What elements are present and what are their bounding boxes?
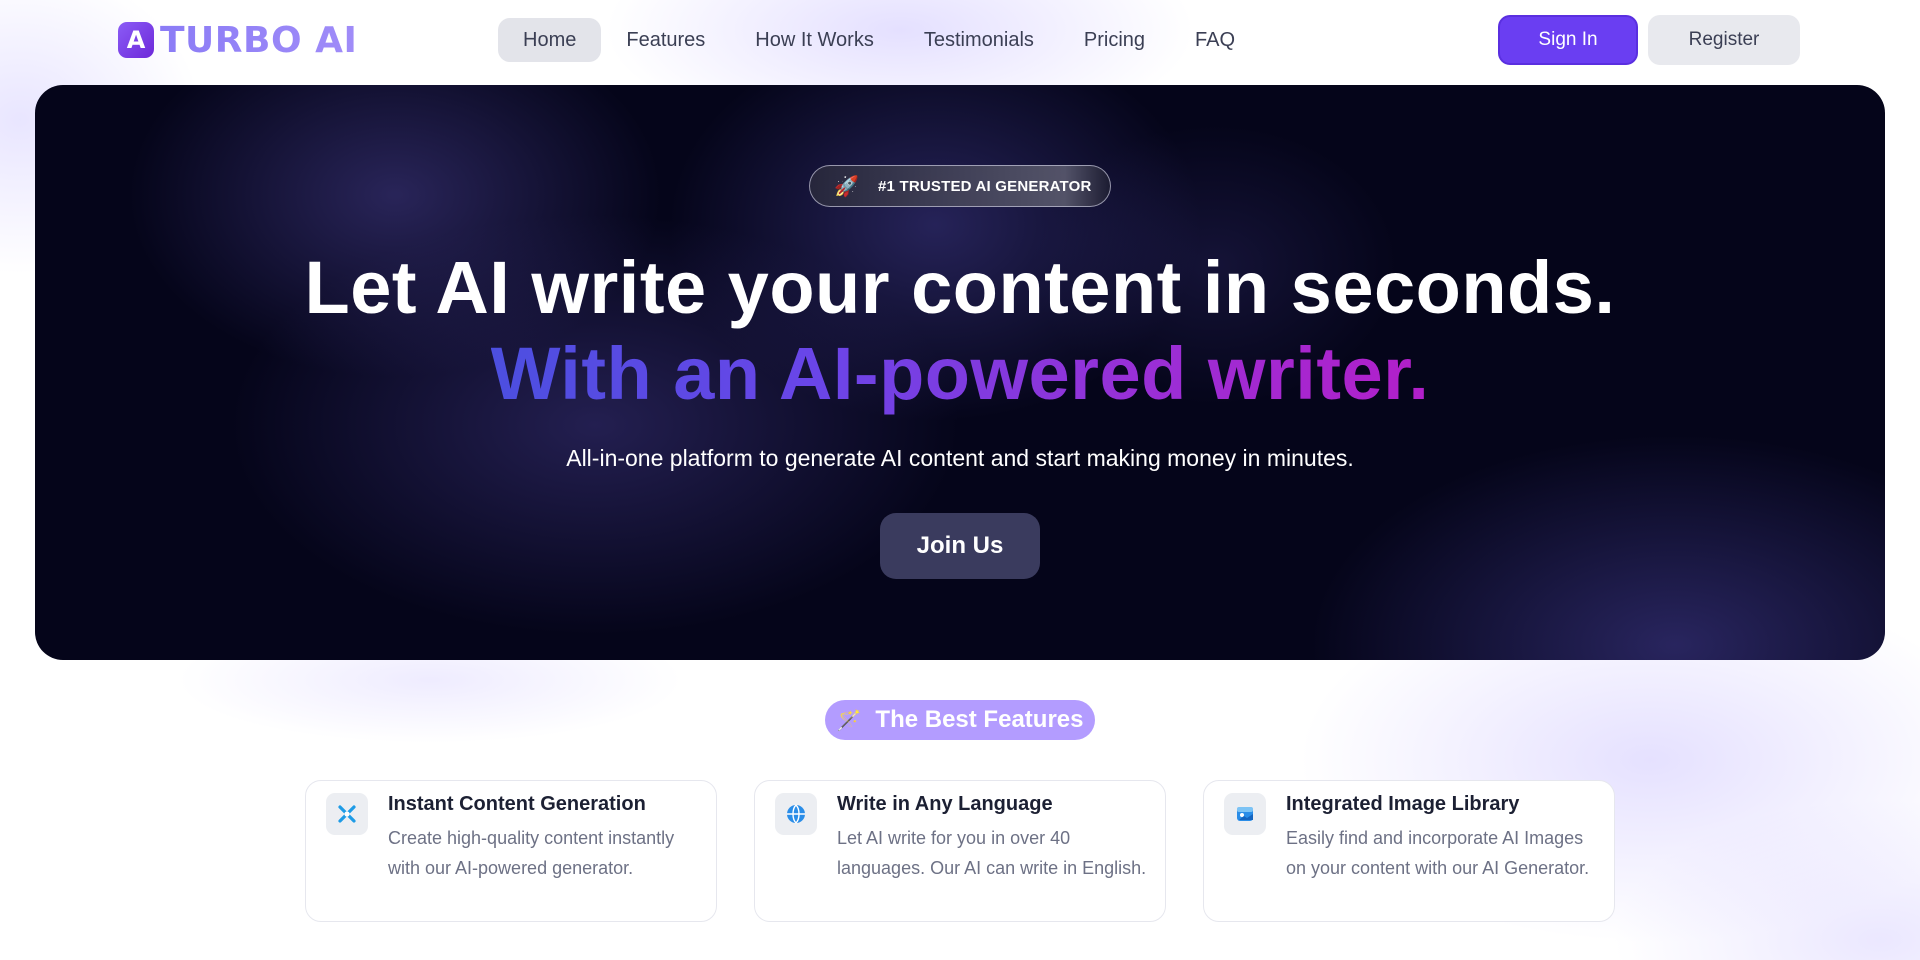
rocket-icon: 🚀 xyxy=(834,175,859,198)
globe-icon xyxy=(775,793,817,835)
magic-wand-icon: 🪄 xyxy=(836,709,862,732)
sparkle-icon xyxy=(326,793,368,835)
nav-link-home[interactable]: Home xyxy=(498,18,602,62)
sign-in-button[interactable]: Sign In xyxy=(1498,15,1638,65)
feature-card-title: Write in Any Language xyxy=(837,793,1053,815)
hero-section: 🚀 #1 TRUSTED AI GENERATOR Let AI write y… xyxy=(35,85,1885,660)
feature-card-instant-content[interactable]: Instant Content Generation Create high-q… xyxy=(305,780,717,922)
hero-headline-accent: With an AI-powered writer. xyxy=(35,331,1885,416)
feature-card-description: Easily find and incorporate AI Images on… xyxy=(1286,828,1590,878)
nav-links: Home Features How It Works Testimonials … xyxy=(498,18,1260,62)
nav-link-features[interactable]: Features xyxy=(601,18,730,62)
logo-mark-icon: A xyxy=(118,22,154,58)
feature-card-description: Create high-quality content instantly wi… xyxy=(388,828,675,878)
register-button[interactable]: Register xyxy=(1648,15,1800,65)
feature-card-any-language[interactable]: Write in Any Language Let AI write for y… xyxy=(754,780,1166,922)
badge-text: #1 TRUSTED AI GENERATOR xyxy=(878,177,1092,195)
trusted-badge: 🚀 #1 TRUSTED AI GENERATOR xyxy=(809,165,1111,207)
feature-card-image-library[interactable]: Integrated Image Library Easily find and… xyxy=(1203,780,1615,922)
logo[interactable]: A TURBO AI xyxy=(118,19,358,61)
hero-subtitle: All-in-one platform to generate AI conte… xyxy=(566,445,1354,471)
features-pill: 🪄 The Best Features xyxy=(825,700,1095,740)
hero-headline-accent-text: With an AI-powered writer. xyxy=(490,332,1430,415)
features-pill-label: The Best Features xyxy=(875,706,1084,733)
image-library-icon xyxy=(1224,793,1266,835)
top-navigation: A TURBO AI Home Features How It Works Te… xyxy=(0,0,1920,80)
feature-card-description: Let AI write for you in over 40 language… xyxy=(837,828,1147,878)
nav-link-how-it-works[interactable]: How It Works xyxy=(730,18,899,62)
feature-card-title: Instant Content Generation xyxy=(388,793,646,815)
hero-headline: Let AI write your content in seconds. xyxy=(304,246,1616,329)
logo-text: TURBO AI xyxy=(160,19,358,61)
nav-link-testimonials[interactable]: Testimonials xyxy=(899,18,1059,62)
nav-link-faq[interactable]: FAQ xyxy=(1170,18,1260,62)
feature-card-title: Integrated Image Library xyxy=(1286,793,1520,815)
join-us-button[interactable]: Join Us xyxy=(880,513,1040,579)
nav-link-pricing[interactable]: Pricing xyxy=(1059,18,1170,62)
